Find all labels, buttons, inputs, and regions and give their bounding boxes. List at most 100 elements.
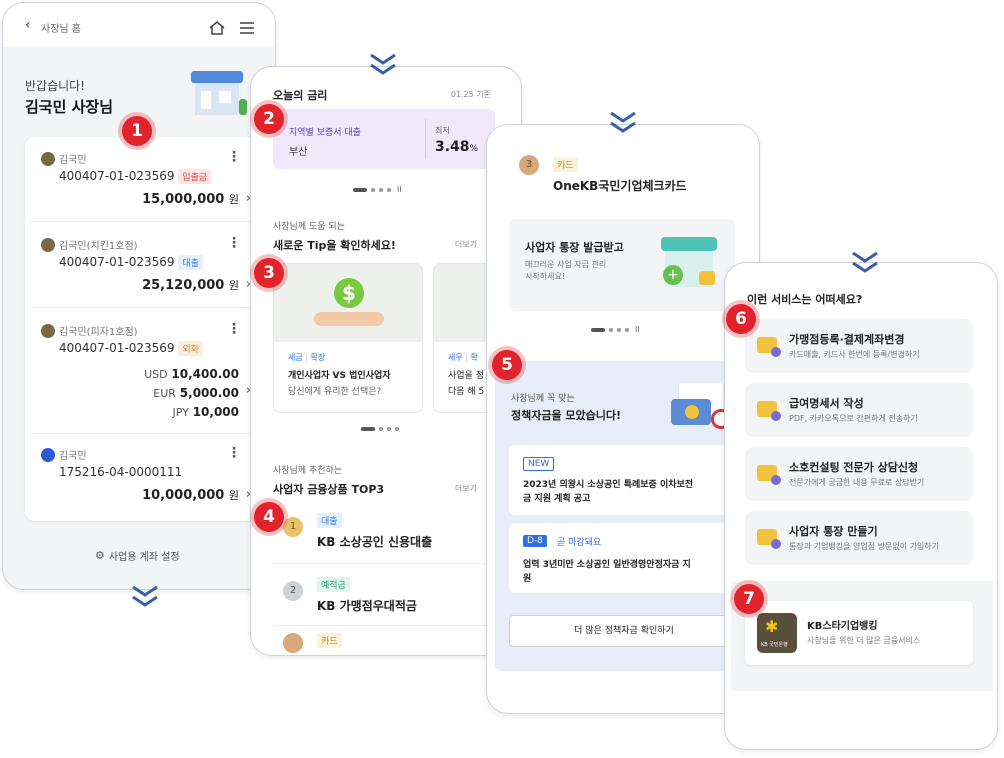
star-title: KB스타기업뱅킹 — [807, 621, 878, 632]
screen-business-home: ‹ 사장님 홈 반갑습니다! 김국민 사장님 김국민 ⋮ 400407-01-0… — [2, 2, 276, 590]
step-badge-7: 7 — [734, 584, 764, 614]
balance: 5,000.00 — [179, 386, 239, 400]
account-alias: 김국민(피자1호점) — [59, 327, 138, 338]
service-item[interactable]: 가맹점등록·결제계좌변경 카드매출, 카드사 한번에 등록/변경하기 — [745, 319, 973, 373]
bronze-medal-icon — [283, 633, 303, 653]
account-item[interactable]: 김국민(피자1호점) ⋮ 400407-01-023569 외화 USD 10,… — [29, 321, 261, 423]
service-item[interactable]: 사업자 통장 만들기 통장과 기업뱅킹을 영업점 방문없이 가입하기 — [745, 511, 973, 565]
account-alias: 김국민 — [59, 451, 87, 462]
service-title: 소호컨설팅 전문가 상담신청 — [789, 461, 919, 474]
document-check-illustration — [671, 379, 731, 429]
promo-desc: 매끄러운 사업 자금 관리 — [525, 260, 607, 269]
divider — [29, 221, 253, 222]
foreign-balances: USD 10,400.00 EUR 5,000.00 JPY 10,000 — [144, 365, 239, 422]
divider — [29, 307, 253, 308]
currency-code: USD — [144, 368, 168, 381]
star-banking-card[interactable]: ✱ KB 국민은행 KB스타기업뱅킹 사장님을 위한 더 많은 금융서비스 — [745, 601, 973, 665]
tip-card[interactable]: $ 세금 | 확장 개인사업자 VS 법인사업자 당신에게 유리한 선택은? — [273, 263, 423, 413]
step-badge-5: 5 — [492, 350, 522, 380]
more-icon[interactable]: ⋮ — [227, 445, 241, 461]
policy-title: 업력 3년미만 소상공인 일반경영안정자금 지 — [523, 560, 691, 570]
bank-icon — [41, 151, 55, 166]
tip-tag: 확 — [470, 353, 478, 362]
bank-icon — [41, 323, 55, 338]
step-badge-3: 3 — [254, 258, 284, 288]
product-item[interactable]: 카드 — [273, 631, 493, 655]
account-open-icon — [757, 529, 781, 549]
payslip-icon — [757, 401, 781, 421]
back-icon[interactable]: ‹ — [25, 17, 31, 33]
account-settings-link[interactable]: ⚙ 사업용 계좌 설정 — [95, 548, 180, 563]
currency-code: JPY — [172, 406, 189, 419]
services-title: 이런 서비스는 어떠세요? — [747, 293, 863, 306]
service-title: 가맹점등록·결제계좌변경 — [789, 333, 905, 346]
currency-code: EUR — [153, 387, 176, 400]
account-promo-banner[interactable]: 사업자 통장 발급받고 매끄러운 사업 자금 관리 시작하세요! + — [509, 219, 735, 311]
card-product-row[interactable]: 3 카드 OneKB국민기업체크카드 — [487, 125, 759, 213]
rate-value: 3.48 — [435, 139, 470, 155]
chevron-down-icon — [610, 111, 636, 133]
service-item[interactable]: 소호컨설팅 전문가 상담신청 전문가에게 궁금한 내용 무료로 상담받기 — [745, 447, 973, 501]
currency-unit: 원 — [228, 193, 239, 206]
card-register-icon — [757, 337, 781, 357]
tips-subtitle: 사장님께 도움 되는 — [273, 222, 345, 232]
policy-item[interactable]: NEW 2023년 의왕시 소상공인 특례보증 이차보전 금 지원 계획 공고 — [509, 445, 739, 515]
fund-title: 정책자금을 모았습니다! — [511, 409, 622, 422]
rate-unit: % — [469, 144, 479, 154]
product-tag: 예적금 — [317, 577, 350, 592]
product-item[interactable]: 2 예적금 KB 가맹점우대적금 — [273, 571, 493, 619]
star-desc: 사장님을 위한 더 많은 금융서비스 — [807, 636, 921, 645]
balance: 15,000,000 — [142, 192, 225, 207]
rate-title: 오늘의 금리 — [273, 89, 328, 102]
promo-title: 사업자 통장 발급받고 — [525, 241, 624, 254]
home-icon[interactable] — [209, 21, 225, 35]
currency-unit: 원 — [228, 279, 239, 292]
greeting: 반갑습니다! — [25, 79, 86, 93]
policy-fund-section: 사장님께 꼭 맞는 정책자금을 모았습니다! NEW 2023년 의왕시 소상공… — [495, 361, 753, 671]
account-item[interactable]: 김국민 ⋮ 400407-01-023569 입출금 15,000,000 원 … — [29, 149, 261, 211]
tip-desc: 당신에게 유리한 선택은? — [288, 387, 382, 397]
product-tag: 카드 — [317, 633, 342, 648]
account-type-tag: 외화 — [178, 341, 203, 356]
step-badge-6: 6 — [726, 304, 756, 334]
account-type-tag: 대출 — [178, 255, 203, 270]
gold-medal-icon: 1 — [283, 517, 303, 537]
menu-icon[interactable] — [239, 22, 255, 34]
tip-tag: 확장 — [310, 353, 326, 362]
service-desc: 카드매출, 카드사 한번에 등록/변경하기 — [789, 350, 920, 359]
rate-card[interactable]: 지역별 보증서 대출 부산 최저 3.48% — [273, 109, 495, 169]
screen-policy-funds: 3 카드 OneKB국민기업체크카드 사업자 통장 발급받고 매끄러운 사업 자… — [486, 124, 760, 714]
product-item[interactable]: 1 대출 KB 소상공인 신용대출 — [273, 507, 493, 555]
account-alias: 김국민(치킨1호점) — [59, 241, 138, 252]
promo-desc: 시작하세요! — [525, 272, 566, 281]
policy-title: 2023년 의왕시 소상공인 특례보증 이차보전 — [523, 480, 694, 490]
more-icon[interactable]: ⋮ — [227, 235, 241, 251]
carousel-indicator: II — [353, 185, 402, 194]
account-item[interactable]: 김국민(치킨1호점) ⋮ 400407-01-023569 대출 25,120,… — [29, 235, 261, 297]
store-illustration: + — [661, 237, 721, 291]
divider — [29, 433, 253, 434]
bank-icon — [41, 447, 55, 462]
more-policy-button[interactable]: 더 많은 정책자금 확인하기 — [509, 615, 739, 647]
service-title: 급여명세서 작성 — [789, 397, 864, 410]
settings-label: 사업용 계좌 설정 — [108, 552, 180, 563]
balance: 10,400.00 — [171, 367, 239, 381]
tip-title: 개인사업자 VS 법인사업자 — [288, 371, 391, 381]
products-more-link[interactable]: 더보기 — [455, 483, 477, 494]
more-icon[interactable]: ⋮ — [227, 149, 241, 165]
tips-more-link[interactable]: 더보기 — [455, 239, 477, 250]
balance: 10,000 — [192, 405, 239, 419]
back-label[interactable]: 사장님 홈 — [41, 20, 81, 35]
coins-icon — [699, 271, 715, 285]
gear-icon: ⚙ — [95, 549, 105, 562]
new-badge: NEW — [523, 457, 555, 471]
tip-title: 사업을 정 — [448, 371, 484, 381]
bronze-medal-icon: 3 — [519, 155, 539, 175]
account-type-tag: 입출금 — [178, 169, 212, 184]
policy-item[interactable]: D-8 곧 마감돼요 업력 3년미만 소상공인 일반경영안정자금 지 원 — [509, 523, 739, 593]
account-number: 400407-01-023569 — [59, 341, 175, 355]
service-item[interactable]: 급여명세서 작성 PDF, 카카오톡으로 간편하게 전송하기 — [745, 383, 973, 437]
kb-logo: ✱ KB 국민은행 — [757, 613, 797, 653]
more-icon[interactable]: ⋮ — [227, 321, 241, 337]
account-item[interactable]: 김국민 ⋮ 175216-04-0000111 10,000,000 원 › — [29, 445, 261, 507]
